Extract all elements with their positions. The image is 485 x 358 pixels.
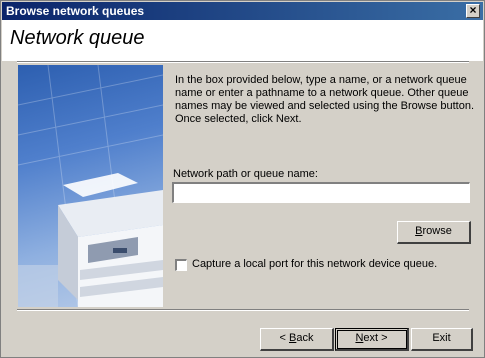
instructions-text: In the box provided below, type a name, … (175, 74, 475, 125)
header-divider (17, 61, 469, 63)
printer-illustration (18, 65, 163, 307)
next-button-label: ext > (363, 332, 388, 344)
browse-button-label: rowse (422, 225, 452, 237)
path-field-label: Network path or queue name: (173, 168, 318, 180)
next-button[interactable]: Next > (335, 328, 409, 351)
back-button[interactable]: < Back (260, 328, 334, 351)
printer-graphic (18, 65, 163, 307)
browse-button-mnemonic: B (415, 225, 423, 237)
back-button-label: ack (296, 332, 314, 344)
capture-port-checkbox[interactable] (175, 259, 187, 271)
close-button[interactable]: × (466, 4, 480, 18)
network-path-input[interactable] (172, 182, 470, 203)
exit-button[interactable]: Exit (411, 328, 473, 351)
title-bar[interactable]: Browse network queues × (2, 2, 483, 20)
dialog-window: Browse network queues × Network queue In… (0, 0, 485, 358)
browse-button[interactable]: Browse (397, 221, 471, 244)
page-title: Network queue (10, 27, 145, 49)
close-icon: × (469, 3, 477, 17)
capture-port-label[interactable]: Capture a local port for this network de… (192, 258, 437, 270)
window-title: Browse network queues (6, 4, 145, 18)
footer-divider (17, 309, 469, 311)
wizard-header: Network queue (2, 20, 483, 61)
